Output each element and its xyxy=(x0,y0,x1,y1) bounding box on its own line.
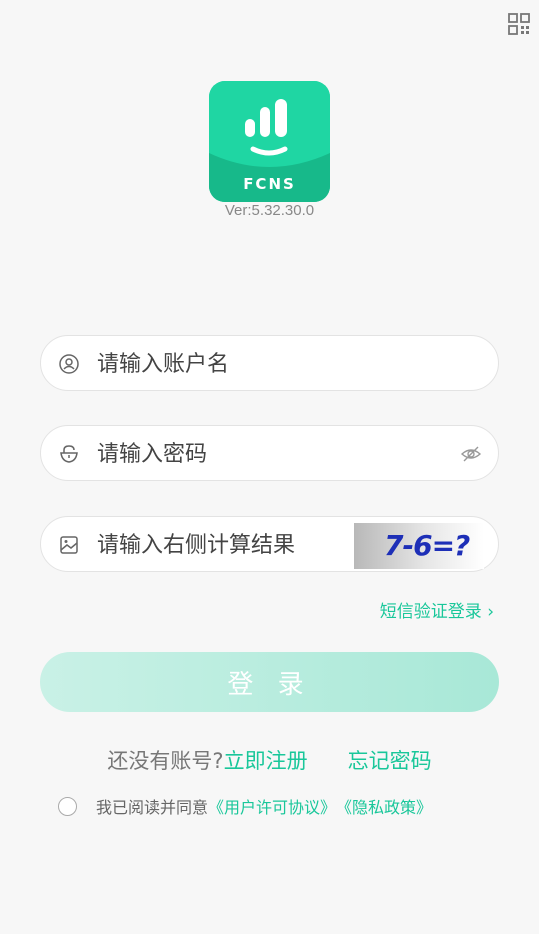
register-row: 还没有账号?立即注册 忘记密码 xyxy=(0,745,539,775)
password-input[interactable] xyxy=(97,436,377,472)
sms-login-link[interactable]: 短信验证登录 › xyxy=(380,597,494,622)
app-logo: FCNS xyxy=(209,81,330,202)
lock-icon xyxy=(58,443,80,465)
app-version: Ver:5.32.30.0 xyxy=(224,202,315,219)
captcha-image[interactable]: 7-6=? xyxy=(354,523,484,569)
register-link[interactable]: 立即注册 xyxy=(224,749,308,773)
captcha-field-container: 7-6=? xyxy=(40,516,499,572)
username-field-container xyxy=(40,335,499,391)
agreement-radio[interactable] xyxy=(58,796,77,816)
image-icon xyxy=(58,534,80,556)
privacy-policy-link[interactable]: 《隐私政策》 xyxy=(336,794,432,818)
agreement-row: 我已阅读并同意 《用户许可协议》 《隐私政策》 xyxy=(58,794,432,818)
agreement-prefix: 我已阅读并同意 xyxy=(96,798,209,817)
eye-hidden-icon[interactable] xyxy=(460,443,482,465)
captcha-input[interactable] xyxy=(97,527,347,563)
captcha-challenge: 7-6=? xyxy=(384,529,470,562)
user-icon xyxy=(58,353,80,375)
qr-code-icon[interactable] xyxy=(507,12,531,36)
register-prompt: 还没有账号? xyxy=(107,749,224,773)
password-field-container xyxy=(40,425,499,481)
forgot-password-link[interactable]: 忘记密码 xyxy=(348,749,432,773)
login-button[interactable]: 登 录 xyxy=(40,652,499,712)
user-agreement-link[interactable]: 《用户许可协议》 xyxy=(208,794,336,818)
logo-text: FCNS xyxy=(243,175,296,193)
username-input[interactable] xyxy=(97,346,377,382)
